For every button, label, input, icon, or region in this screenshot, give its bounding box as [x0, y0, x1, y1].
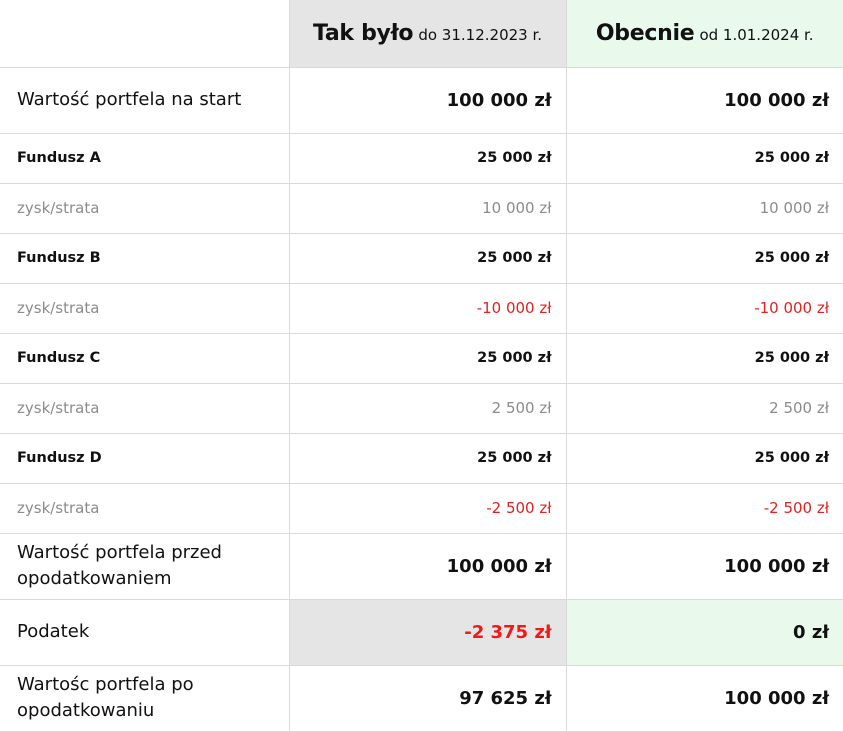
row-label: Fundusz A [0, 132, 290, 184]
table-row-before-tax: Wartość portfela przed opodatkowaniem 10… [0, 532, 843, 600]
value-then: 25 000 zł [288, 232, 567, 284]
value-now: 100 000 zł [565, 664, 843, 732]
table-row-after-tax: Wartośc portfela po opodatkowaniu 97 625… [0, 664, 843, 732]
value-now: 10 000 zł [565, 182, 843, 234]
header-now: Obecnie od 1.01.2024 r. [565, 0, 843, 68]
header-then-subtitle: do 31.12.2023 r. [418, 25, 543, 44]
row-label: Wartośc portfela po opodatkowaniu [0, 664, 290, 732]
value-then: -10 000 zł [288, 282, 567, 334]
row-label: zysk/strata [0, 482, 290, 534]
header-now-title: Obecnie [595, 20, 695, 46]
value-then: -2 375 zł [288, 598, 567, 666]
value-then: 25 000 zł [288, 132, 567, 184]
row-label: Fundusz C [0, 332, 290, 384]
table-row-gain-b: zysk/strata -10 000 zł -10 000 zł [0, 282, 843, 334]
row-label: Fundusz D [0, 432, 290, 484]
row-label: Fundusz B [0, 232, 290, 284]
table-row-gain-c: zysk/strata 2 500 zł 2 500 zł [0, 382, 843, 434]
value-now: -2 500 zł [565, 482, 843, 534]
value-now: 0 zł [565, 598, 843, 666]
table-row-gain-a: zysk/strata 10 000 zł 10 000 zł [0, 182, 843, 234]
value-now: 25 000 zł [565, 232, 843, 284]
value-now: 25 000 zł [565, 432, 843, 484]
value-then: -2 500 zł [288, 482, 567, 534]
value-then: 25 000 zł [288, 432, 567, 484]
value-then: 100 000 zł [288, 532, 567, 600]
value-then: 10 000 zł [288, 182, 567, 234]
table-row-fund-d: Fundusz D 25 000 zł 25 000 zł [0, 432, 843, 484]
value-then: 2 500 zł [288, 382, 567, 434]
header-blank-cell [0, 0, 290, 68]
comparison-table: Tak było do 31.12.2023 r. Obecnie od 1.0… [0, 0, 843, 732]
header-then: Tak było do 31.12.2023 r. [288, 0, 567, 68]
value-then: 97 625 zł [288, 664, 567, 732]
row-label: Wartość portfela na start [0, 66, 290, 134]
value-now: 2 500 zł [565, 382, 843, 434]
header-row: Tak było do 31.12.2023 r. Obecnie od 1.0… [0, 0, 843, 68]
table-row-fund-c: Fundusz C 25 000 zł 25 000 zł [0, 332, 843, 384]
header-now-subtitle: od 1.01.2024 r. [699, 25, 814, 44]
table-row-fund-a: Fundusz A 25 000 zł 25 000 zł [0, 132, 843, 184]
row-label: zysk/strata [0, 182, 290, 234]
value-then: 25 000 zł [288, 332, 567, 384]
row-label: Wartość portfela przed opodatkowaniem [0, 532, 290, 600]
table-row-fund-b: Fundusz B 25 000 zł 25 000 zł [0, 232, 843, 284]
header-then-title: Tak było [312, 20, 414, 46]
row-label: Podatek [0, 598, 290, 666]
value-now: -10 000 zł [565, 282, 843, 334]
table-row-start: Wartość portfela na start 100 000 zł 100… [0, 66, 843, 134]
row-label: zysk/strata [0, 382, 290, 434]
row-label: zysk/strata [0, 282, 290, 334]
value-now: 25 000 zł [565, 132, 843, 184]
value-now: 25 000 zł [565, 332, 843, 384]
value-now: 100 000 zł [565, 532, 843, 600]
table-row-gain-d: zysk/strata -2 500 zł -2 500 zł [0, 482, 843, 534]
value-now: 100 000 zł [565, 66, 843, 134]
value-then: 100 000 zł [288, 66, 567, 134]
table-row-tax: Podatek -2 375 zł 0 zł [0, 598, 843, 666]
